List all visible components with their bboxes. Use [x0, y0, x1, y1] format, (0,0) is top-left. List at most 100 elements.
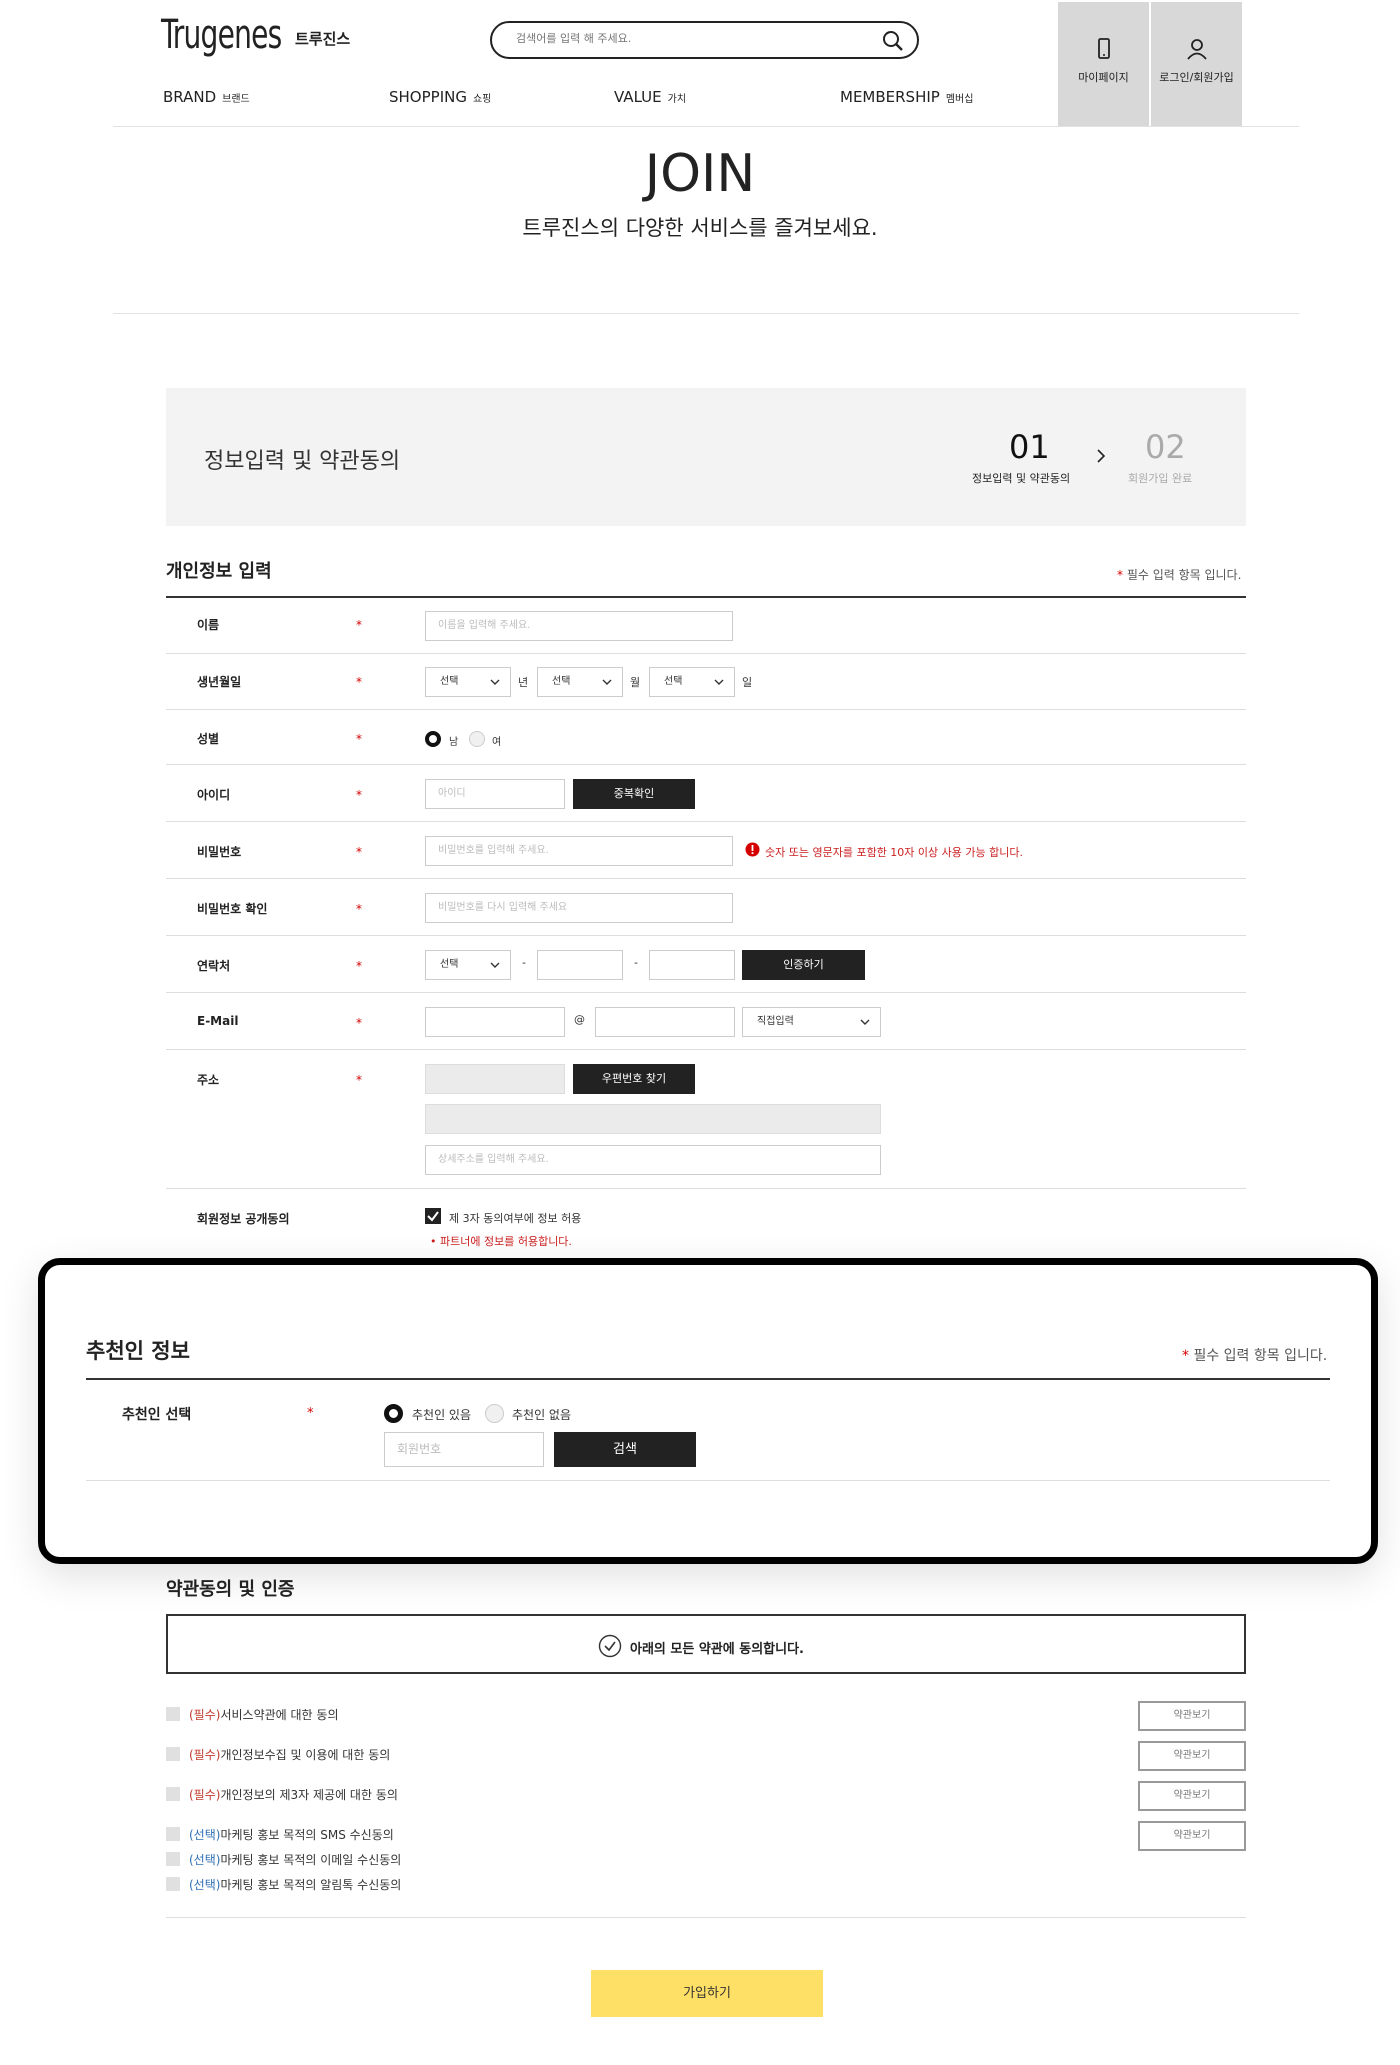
referral-top-line	[86, 1378, 1330, 1380]
search-bar[interactable]	[490, 21, 919, 59]
mobile-icon	[1097, 38, 1110, 59]
row-divider	[166, 935, 1246, 936]
nav-value[interactable]: VALUE 가치	[614, 88, 686, 106]
referral-label: 추천인 선택	[122, 1407, 192, 1423]
address-detail-input[interactable]: 상세주소를 입력해 주세요.	[425, 1145, 881, 1175]
gender-female-radio[interactable]	[469, 731, 485, 747]
email-domain-input[interactable]	[595, 1007, 735, 1037]
member-number-input[interactable]: 회원번호	[384, 1432, 544, 1467]
name-label: 이름	[197, 618, 220, 632]
email-label: E-Mail	[197, 1014, 239, 1028]
terms-item: (필수)개인정보수집 및 이용에 대한 동의	[189, 1748, 391, 1762]
check-circle-icon[interactable]	[598, 1634, 622, 1661]
brand-logo-kr: 트루진스	[295, 30, 351, 48]
referral-section-title: 추천인 정보	[86, 1339, 190, 1363]
join-submit-button[interactable]: 가입하기	[591, 1970, 823, 2017]
referral-no-radio[interactable]	[485, 1404, 504, 1423]
disclose-text: 제 3자 동의여부에 정보 허용	[449, 1212, 582, 1225]
step2-number: 02	[1145, 428, 1186, 466]
password-label: 비밀번호	[197, 845, 242, 859]
row-divider	[166, 878, 1246, 879]
nav-membership[interactable]: MEMBERSHIP 멤버십	[840, 88, 973, 106]
birth-month-select[interactable]: 선택	[537, 667, 623, 697]
verify-button[interactable]: 인증하기	[742, 950, 865, 980]
warning-icon	[745, 842, 760, 860]
disclose-checkbox[interactable]	[425, 1208, 441, 1224]
terms-item: (필수)개인정보의 제3자 제공에 대한 동의	[189, 1788, 398, 1802]
referral-no-label: 추천인 없음	[512, 1408, 572, 1422]
password-confirm-input[interactable]: 비밀번호를 다시 입력해 주세요	[425, 893, 733, 923]
nav-shopping[interactable]: SHOPPING 쇼핑	[389, 88, 491, 106]
phone-dash: -	[634, 956, 638, 969]
search-icon[interactable]	[881, 29, 905, 56]
login-button[interactable]: 로그인/회원가입	[1151, 2, 1242, 126]
password-confirm-label: 비밀번호 확인	[197, 902, 268, 916]
terms-checkbox[interactable]	[166, 1877, 180, 1891]
step2-label: 회원가입 완료	[1128, 472, 1193, 485]
referral-yes-radio[interactable]	[384, 1404, 403, 1423]
password-input[interactable]: 비밀번호를 입력해 주세요.	[425, 836, 733, 866]
step1-label: 정보입력 및 약관동의	[972, 472, 1071, 485]
nav-brand[interactable]: BRAND 브랜드	[163, 88, 250, 106]
terms-item: (선택)마케팅 홍보 목적의 SMS 수신동의	[189, 1828, 394, 1842]
phone-label: 연락처	[197, 959, 231, 973]
zipcode-search-button[interactable]: 우편번호 찾기	[573, 1064, 695, 1094]
required-star: *	[307, 1406, 314, 1421]
email-domain-select[interactable]: 직접입력	[742, 1007, 881, 1037]
step1-number: 01	[1009, 428, 1050, 466]
header-divider	[113, 126, 1299, 127]
phone-prefix-select[interactable]: 선택	[425, 950, 511, 980]
chevron-down-icon	[714, 679, 724, 685]
brand-logo[interactable]: Trugenes	[161, 12, 282, 58]
terms-item: (선택)마케팅 홍보 목적의 알림톡 수신동의	[189, 1878, 402, 1892]
terms-checkbox[interactable]	[166, 1707, 180, 1721]
chevron-down-icon	[490, 962, 500, 968]
zipcode-input[interactable]	[425, 1064, 565, 1094]
search-input[interactable]	[516, 32, 846, 45]
view-terms-button[interactable]: 약관보기	[1138, 1701, 1246, 1731]
mypage-button[interactable]: 마이페이지	[1058, 2, 1149, 126]
view-terms-button[interactable]: 약관보기	[1138, 1741, 1246, 1771]
id-label: 아이디	[197, 788, 231, 802]
gender-male-radio[interactable]	[425, 731, 441, 747]
terms-checkbox[interactable]	[166, 1787, 180, 1801]
address-input[interactable]	[425, 1104, 881, 1134]
terms-section-title: 약관동의 및 인증	[166, 1579, 295, 1600]
required-star: *	[356, 675, 362, 689]
referral-required-note: * 필수 입력 항목 입니다.	[1182, 1348, 1328, 1364]
row-divider	[166, 1049, 1246, 1050]
terms-checkbox[interactable]	[166, 1852, 180, 1866]
name-input[interactable]: 이름을 입력해 주세요.	[425, 611, 733, 641]
id-input[interactable]: 아이디	[425, 779, 565, 809]
agree-all-label: 아래의 모든 약관에 동의합니다.	[630, 1642, 804, 1657]
required-star: *	[356, 959, 362, 973]
referral-bottom-line	[86, 1480, 1330, 1481]
terms-item: (선택)마케팅 홍보 목적의 이메일 수신동의	[189, 1853, 402, 1867]
row-divider	[166, 821, 1246, 822]
page-subtitle: 트루진스의 다양한 서비스를 즐겨보세요.	[522, 216, 878, 240]
phone-middle-input[interactable]	[537, 950, 623, 980]
terms-checkbox[interactable]	[166, 1827, 180, 1841]
phone-last-input[interactable]	[649, 950, 735, 980]
birth-year-select[interactable]: 선택	[425, 667, 511, 697]
terms-checkbox[interactable]	[166, 1747, 180, 1761]
row-divider	[166, 653, 1246, 654]
view-terms-button[interactable]: 약관보기	[1138, 1821, 1246, 1851]
required-star: *	[356, 788, 362, 802]
required-star: *	[356, 732, 362, 746]
required-note: * 필수 입력 항목 입니다.	[1117, 568, 1242, 582]
gender-label: 성별	[197, 732, 220, 746]
password-warning: 숫자 또는 영문자를 포함한 10자 이상 사용 가능 합니다.	[765, 846, 1023, 859]
required-star: *	[356, 845, 362, 859]
email-local-input[interactable]	[425, 1007, 565, 1037]
email-at: @	[574, 1013, 585, 1026]
row-divider	[166, 764, 1246, 765]
chevron-down-icon	[602, 679, 612, 685]
birth-day-select[interactable]: 선택	[649, 667, 735, 697]
referral-search-button[interactable]: 검색	[554, 1432, 696, 1467]
id-check-button[interactable]: 중복확인	[573, 779, 695, 809]
login-label: 로그인/회원가입	[1159, 71, 1234, 84]
referral-yes-label: 추천인 있음	[412, 1408, 472, 1422]
terms-item: (필수)서비스약관에 대한 동의	[189, 1708, 339, 1722]
view-terms-button[interactable]: 약관보기	[1138, 1781, 1246, 1811]
